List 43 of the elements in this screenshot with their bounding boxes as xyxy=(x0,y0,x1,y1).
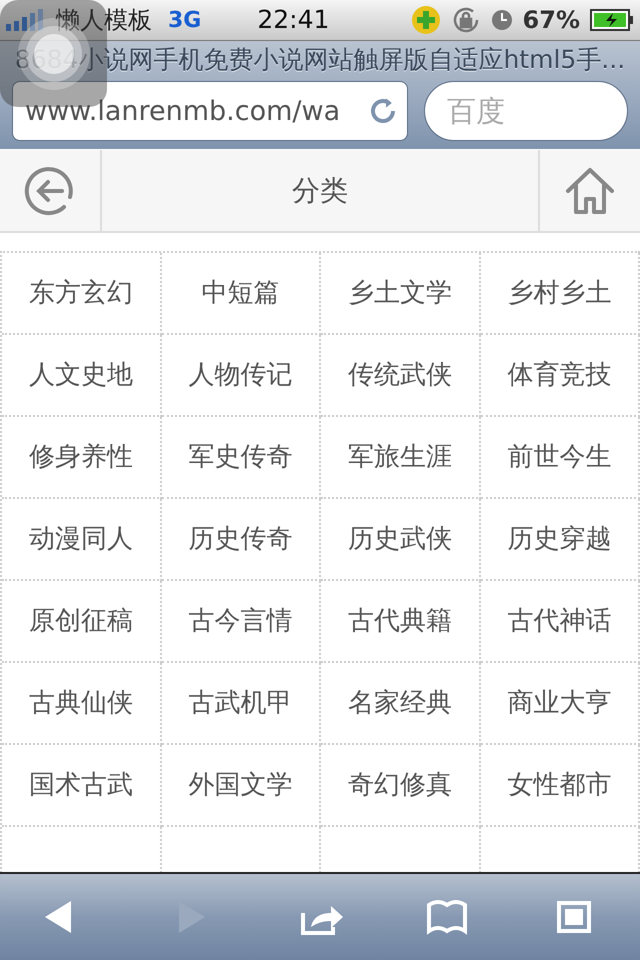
category-link[interactable]: 名家经典 xyxy=(348,684,452,722)
battery-percent: 67% xyxy=(522,5,580,36)
category-link[interactable]: 国术古武 xyxy=(28,766,133,804)
category-link[interactable]: 历史传奇 xyxy=(188,520,292,558)
category-link[interactable]: 修身养性 xyxy=(28,438,133,476)
carrier-name: 懒人模板 xyxy=(56,5,152,36)
search-field[interactable]: 百度 xyxy=(424,81,628,141)
category-link[interactable]: 女性都市 xyxy=(507,766,612,804)
home-icon[interactable] xyxy=(564,166,616,214)
category-link[interactable]: 原创征稿 xyxy=(28,602,133,640)
network-type: 3G xyxy=(168,6,202,34)
signal-icon xyxy=(6,9,46,31)
category-link[interactable]: 商业大亨 xyxy=(507,684,612,722)
reload-icon[interactable] xyxy=(368,96,398,126)
category-link[interactable]: 乡土文学 xyxy=(348,274,452,312)
category-link[interactable]: 古武机甲 xyxy=(188,684,292,722)
clock-icon xyxy=(490,9,513,31)
category-link[interactable]: 历史穿越 xyxy=(507,520,612,558)
category-link[interactable]: 奇幻修真 xyxy=(348,766,452,804)
category-link[interactable]: 历史武侠 xyxy=(348,520,452,558)
category-link[interactable]: 军史传奇 xyxy=(188,438,292,476)
category-link[interactable]: 东方玄幻 xyxy=(28,274,133,312)
category-link[interactable]: 人物传记 xyxy=(188,356,292,394)
clock-time: 22:41 xyxy=(257,4,330,36)
plus-icon xyxy=(410,5,441,35)
category-link[interactable]: 古代典籍 xyxy=(348,602,452,640)
address-field[interactable]: www.lanrenmb.com/wa xyxy=(12,81,408,141)
category-link[interactable]: 前世今生 xyxy=(507,438,612,476)
category-link[interactable]: 体育竞技 xyxy=(507,356,612,394)
page-heading: 分类 xyxy=(292,172,348,208)
category-link[interactable]: 古今言情 xyxy=(188,602,292,640)
category-link[interactable]: 人文史地 xyxy=(28,356,133,394)
category-link[interactable]: 古代神话 xyxy=(507,602,612,640)
category-link[interactable]: 古典仙侠 xyxy=(28,684,133,722)
battery-icon xyxy=(590,8,634,32)
category-link[interactable]: 军旅生涯 xyxy=(348,438,452,476)
category-link[interactable]: 中短篇 xyxy=(201,274,280,312)
category-link[interactable]: 传统武侠 xyxy=(348,356,452,394)
category-link[interactable]: 动漫同人 xyxy=(28,520,133,558)
rotation-lock-icon xyxy=(450,5,481,35)
back-icon[interactable] xyxy=(24,164,76,216)
category-link[interactable]: 乡村乡土 xyxy=(507,274,612,312)
category-link[interactable]: 外国文学 xyxy=(188,766,292,804)
